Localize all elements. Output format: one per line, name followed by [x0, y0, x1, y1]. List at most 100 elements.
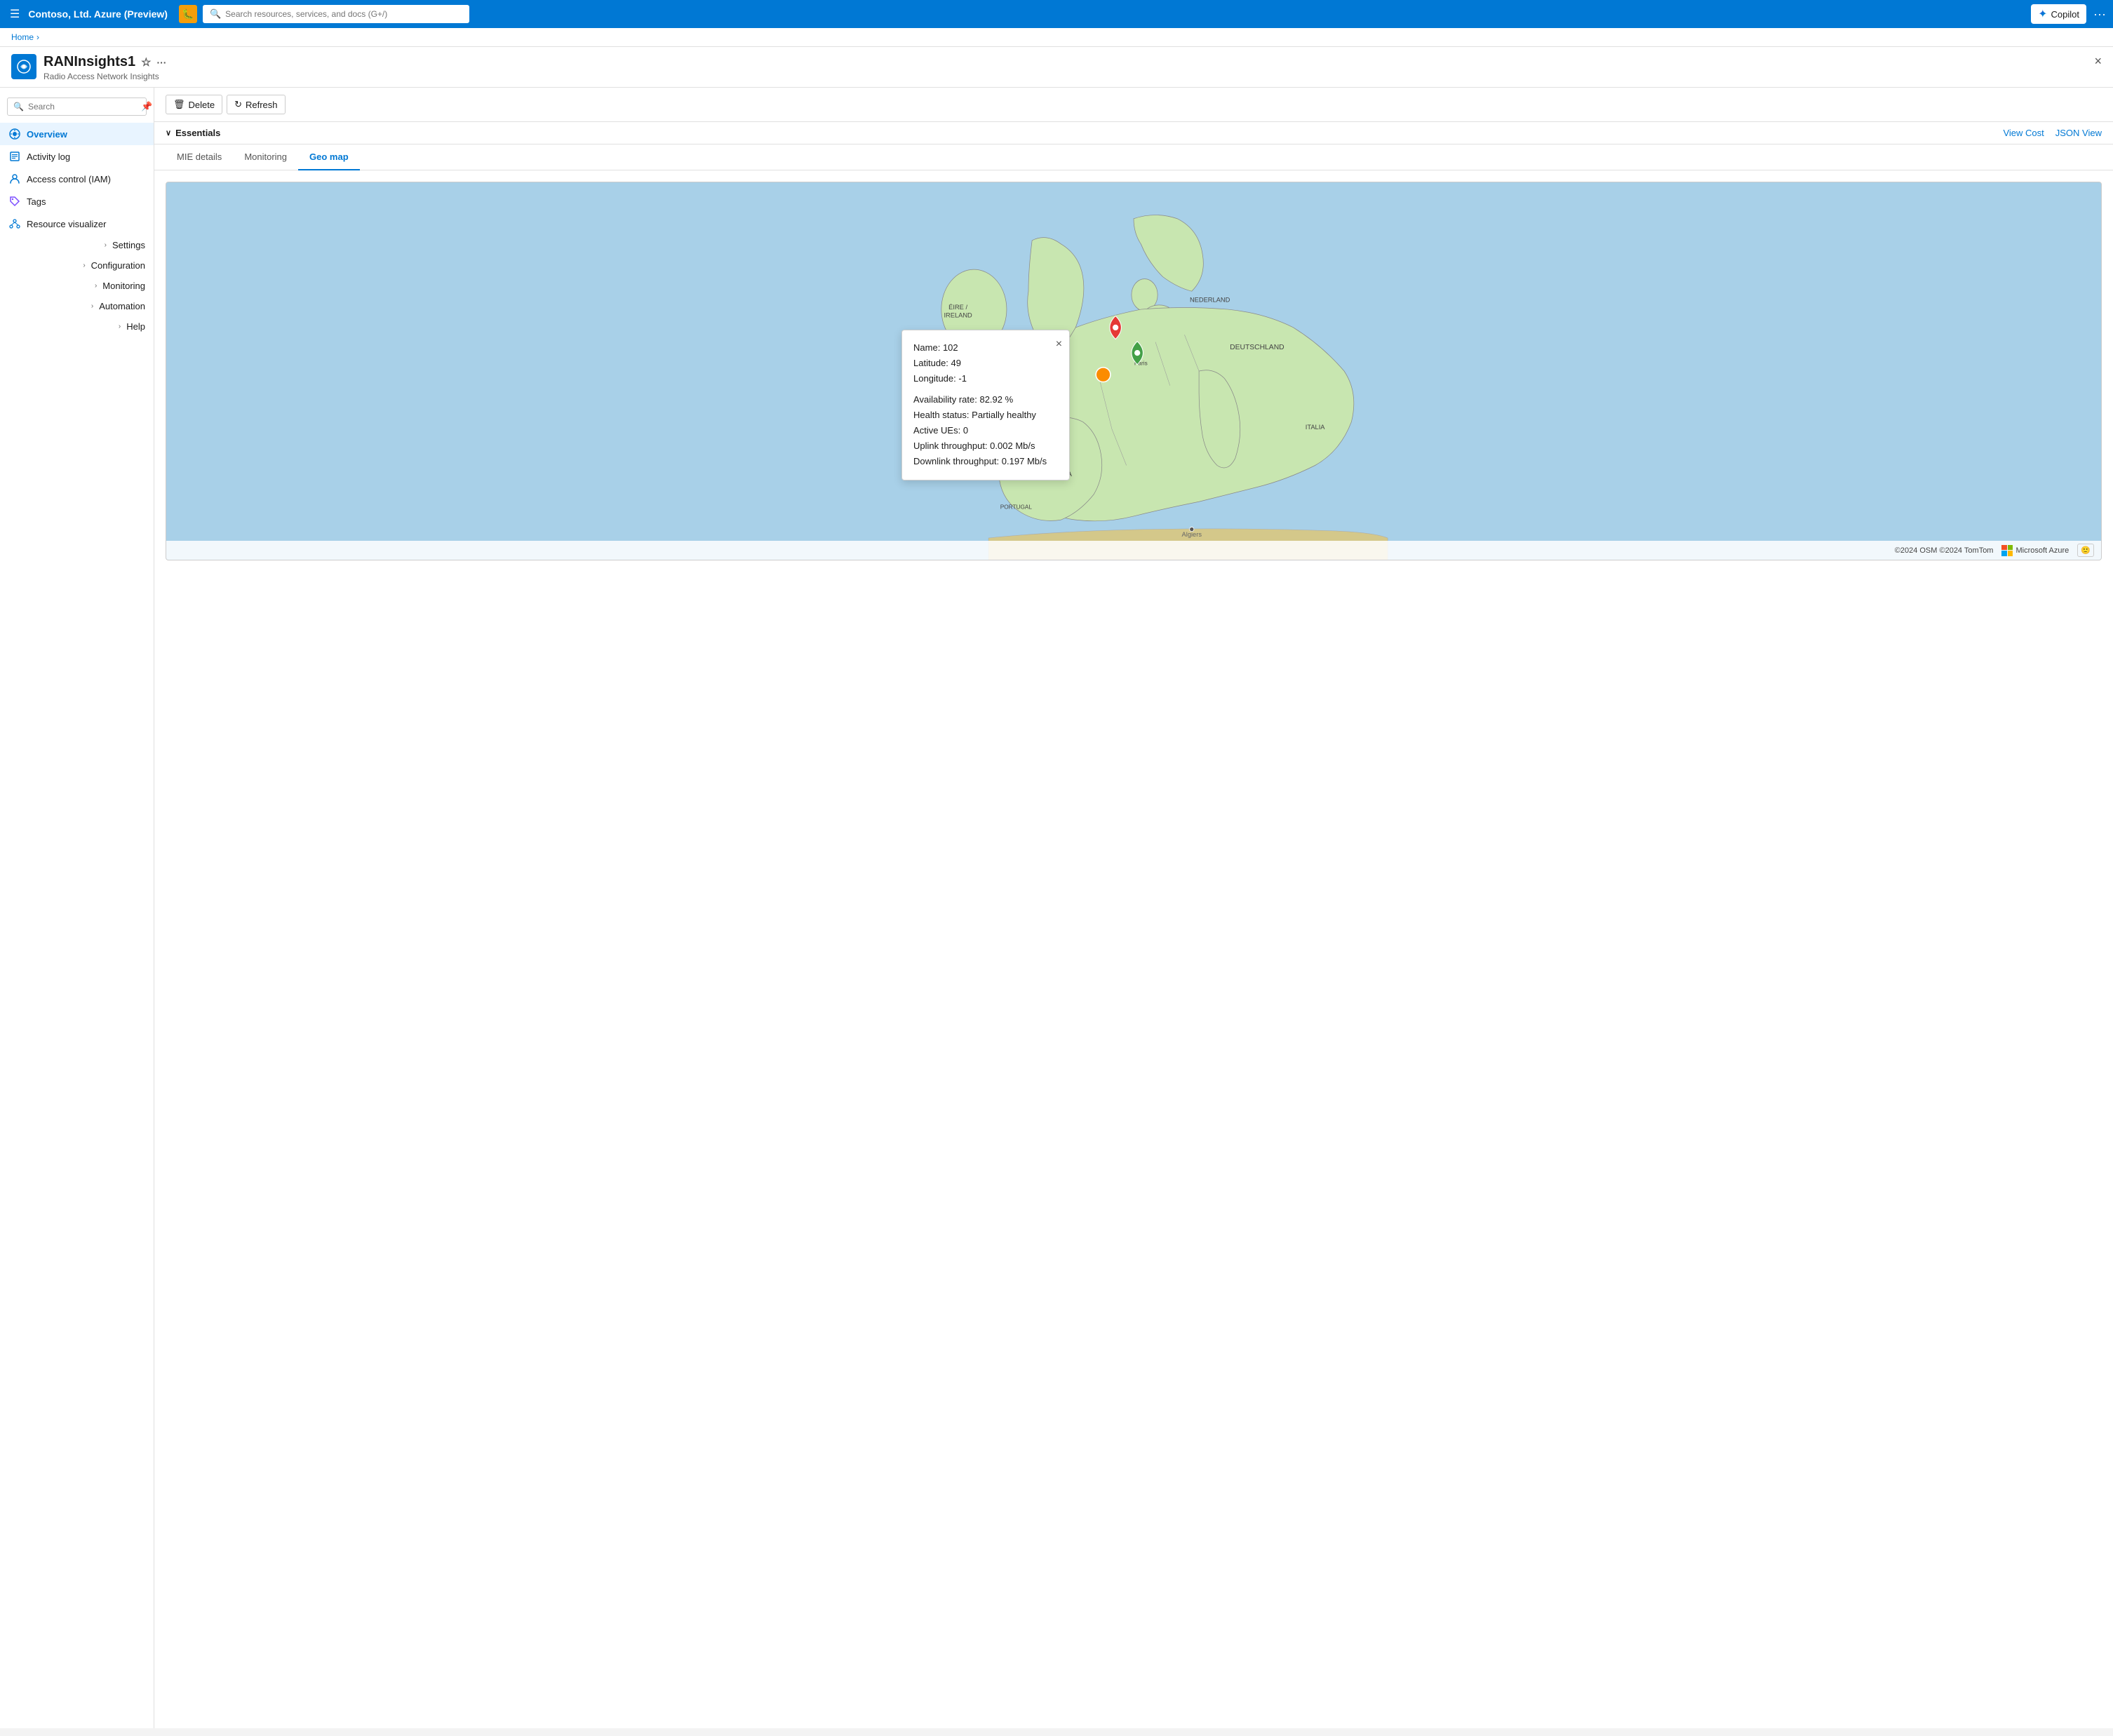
- copilot-label: Copilot: [2051, 9, 2079, 20]
- topbar-more-icon[interactable]: ···: [2093, 7, 2106, 22]
- configuration-chevron-icon: ›: [83, 262, 85, 269]
- popup-active-ues-row: Active UEs: 0: [913, 423, 1058, 438]
- iam-icon: [8, 173, 21, 185]
- map-popup: × Name: 102 Latitude: 49 Longitude: -1 A…: [901, 330, 1070, 480]
- sidebar-item-overview[interactable]: Overview: [0, 123, 154, 145]
- refresh-button[interactable]: ↻ Refresh: [227, 95, 285, 114]
- page-subtitle: Radio Access Network Insights: [43, 72, 2094, 81]
- essentials-chevron-icon[interactable]: ∨: [166, 128, 171, 137]
- delete-icon: 🗑: [173, 99, 185, 110]
- content-area: 🗑 Delete ↻ Refresh ∨ Essentials View Cos…: [154, 88, 2113, 1728]
- popup-uplink-row: Uplink throughput: 0.002 Mb/s: [913, 438, 1058, 454]
- page-header: RANInsights1 ☆ ··· Radio Access Network …: [0, 47, 2113, 88]
- popup-health-row: Health status: Partially healthy: [913, 408, 1058, 423]
- svg-text:IRELAND: IRELAND: [944, 311, 972, 318]
- sidebar-label-settings: Settings: [112, 240, 145, 250]
- page-title-row: RANInsights1 ☆ ···: [43, 54, 2094, 70]
- popup-uplink-label: Uplink throughput:: [913, 440, 988, 451]
- sidebar-item-resource-visualizer[interactable]: Resource visualizer: [0, 213, 154, 235]
- popup-health-label: Health status:: [913, 410, 970, 420]
- svg-text:ITALIA: ITALIA: [1306, 424, 1326, 431]
- essentials-left: ∨ Essentials: [166, 128, 220, 138]
- topbar: ☰ Contoso, Ltd. Azure (Preview) 🐛 🔍 ✦ Co…: [0, 0, 2113, 28]
- delete-button[interactable]: 🗑 Delete: [166, 95, 222, 114]
- sidebar-label-help: Help: [126, 321, 145, 332]
- sidebar-label-automation: Automation: [99, 301, 145, 311]
- bug-icon: 🐛: [179, 5, 197, 23]
- sidebar-item-tags[interactable]: Tags: [0, 190, 154, 213]
- sidebar-item-settings[interactable]: › Settings: [0, 235, 154, 255]
- popup-longitude-row: Longitude: -1: [913, 371, 1058, 386]
- svg-text:DEUTSCHLAND: DEUTSCHLAND: [1230, 344, 1284, 351]
- copilot-icon: ✦: [2038, 7, 2047, 21]
- hamburger-menu[interactable]: ☰: [7, 4, 22, 24]
- sidebar-label-overview: Overview: [27, 129, 67, 140]
- essentials-bar: ∨ Essentials View Cost JSON View: [154, 122, 2113, 144]
- global-search-input[interactable]: [225, 9, 462, 19]
- resource-icon: [11, 54, 36, 79]
- help-chevron-icon: ›: [119, 323, 121, 330]
- sidebar-label-activity-log: Activity log: [27, 152, 70, 162]
- pin-icon[interactable]: 📌: [141, 101, 152, 112]
- page-header-ellipsis-icon[interactable]: ···: [156, 57, 166, 68]
- view-cost-link[interactable]: View Cost: [2003, 128, 2044, 138]
- map-footer: ©2024 OSM ©2024 TomTom Microsoft Azure 🙂: [166, 541, 2101, 560]
- sidebar-label-resource-visualizer: Resource visualizer: [27, 219, 106, 229]
- sidebar-item-automation[interactable]: › Automation: [0, 296, 154, 316]
- json-view-link[interactable]: JSON View: [2055, 128, 2102, 138]
- map-background: ÉIRE / IRELAND NEDERLAND DEUTSCHLAND ESP…: [166, 182, 2101, 560]
- popup-availability-label: Availability rate:: [913, 394, 977, 405]
- breadcrumb-separator: ›: [36, 32, 39, 42]
- sidebar-item-activity-log[interactable]: Activity log: [0, 145, 154, 168]
- tab-geo-map[interactable]: Geo map: [298, 144, 360, 170]
- refresh-icon: ↻: [234, 99, 242, 110]
- copilot-button[interactable]: ✦ Copilot: [2031, 4, 2086, 24]
- sidebar-label-monitoring: Monitoring: [102, 281, 145, 291]
- sidebar-label-access-control: Access control (IAM): [27, 174, 111, 184]
- page-title: RANInsights1: [43, 54, 135, 70]
- popup-availability-row: Availability rate: 82.92 %: [913, 392, 1058, 408]
- sidebar-item-configuration[interactable]: › Configuration: [0, 255, 154, 276]
- popup-downlink-label: Downlink throughput:: [913, 456, 999, 466]
- map-smiley-icon[interactable]: 🙂: [2077, 544, 2094, 557]
- breadcrumb-home[interactable]: Home: [11, 32, 34, 42]
- svg-text:Algiers: Algiers: [1182, 531, 1202, 538]
- sidebar-item-monitoring[interactable]: › Monitoring: [0, 276, 154, 296]
- monitoring-chevron-icon: ›: [95, 282, 97, 290]
- tabs-bar: MIE details Monitoring Geo map: [154, 144, 2113, 170]
- popup-downlink-row: Downlink throughput: 0.197 Mb/s: [913, 454, 1058, 469]
- popup-close-icon[interactable]: ×: [1056, 335, 1062, 354]
- sidebar: 🔍 📌 « Overview Activity log Acc: [0, 88, 154, 1728]
- page-close-icon[interactable]: ×: [2094, 54, 2102, 69]
- delete-label: Delete: [189, 100, 215, 110]
- page-header-text: RANInsights1 ☆ ··· Radio Access Network …: [43, 54, 2094, 81]
- tab-monitoring[interactable]: Monitoring: [233, 144, 298, 170]
- popup-active-ues-label: Active UEs:: [913, 425, 960, 436]
- topbar-right: ✦ Copilot ···: [2031, 4, 2106, 24]
- essentials-label: Essentials: [175, 128, 220, 138]
- tags-icon: [8, 195, 21, 208]
- sidebar-search-input[interactable]: [28, 102, 137, 112]
- microsoft-azure-logo: Microsoft Azure: [2001, 545, 2069, 556]
- geo-map: ÉIRE / IRELAND NEDERLAND DEUTSCHLAND ESP…: [166, 182, 2102, 560]
- global-search-box[interactable]: 🔍: [203, 5, 469, 23]
- overview-icon: [8, 128, 21, 140]
- app-title: Contoso, Ltd. Azure (Preview): [28, 8, 168, 20]
- sidebar-label-configuration: Configuration: [91, 260, 145, 271]
- svg-text:ÉIRE /: ÉIRE /: [948, 304, 967, 311]
- search-icon: 🔍: [210, 8, 221, 20]
- ms-flag-icon: [2001, 545, 2013, 556]
- refresh-label: Refresh: [246, 100, 278, 110]
- tab-mie-details[interactable]: MIE details: [166, 144, 233, 170]
- svg-text:PORTUGAL: PORTUGAL: [1000, 504, 1033, 511]
- breadcrumb: Home ›: [0, 28, 2113, 47]
- main-layout: 🔍 📌 « Overview Activity log Acc: [0, 88, 2113, 1728]
- sidebar-item-help[interactable]: › Help: [0, 316, 154, 337]
- sidebar-search-box[interactable]: 🔍 📌 «: [7, 97, 147, 116]
- popup-name-label: Name:: [913, 342, 940, 353]
- sidebar-search-row: 🔍 📌 «: [0, 93, 154, 123]
- sidebar-label-tags: Tags: [27, 196, 46, 207]
- favorite-star-icon[interactable]: ☆: [141, 55, 151, 69]
- popup-latitude-label: Latitude:: [913, 358, 948, 368]
- sidebar-item-access-control[interactable]: Access control (IAM): [0, 168, 154, 190]
